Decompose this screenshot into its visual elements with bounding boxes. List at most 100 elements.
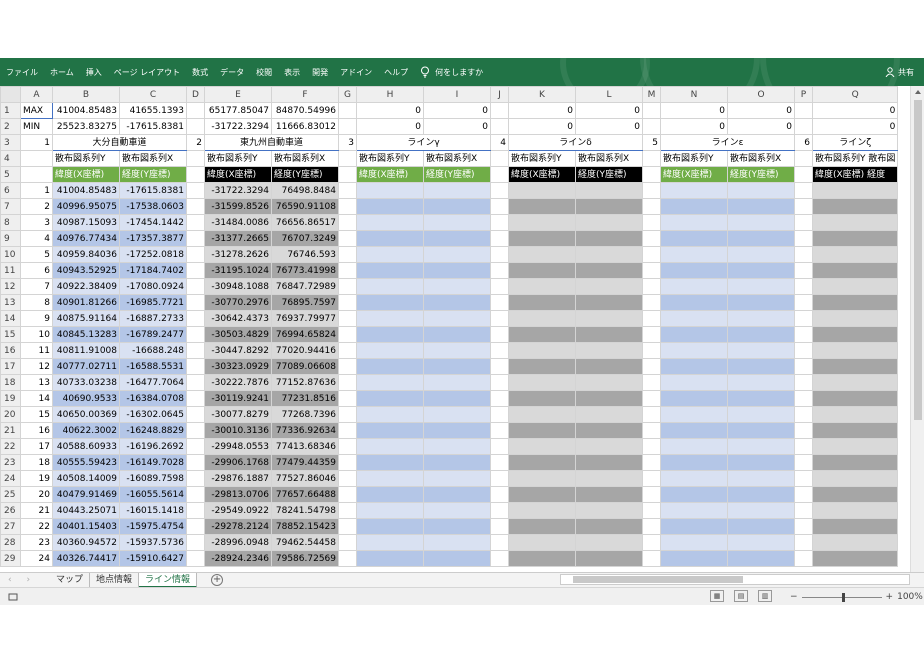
higashikyushu-lat-cell[interactable]: -30447.8292 <box>204 342 272 359</box>
empty-cell[interactable] <box>338 550 357 567</box>
gamma-lat-cell[interactable] <box>356 310 424 327</box>
empty-cell[interactable] <box>794 502 813 519</box>
empty-cell[interactable] <box>338 182 357 199</box>
oita-lat-cell[interactable]: 40987.15093 <box>52 214 120 231</box>
gamma-lat-cell[interactable] <box>356 294 424 311</box>
line-title-oita[interactable]: 大分自動車道 <box>52 134 187 151</box>
epsilon-lat-cell[interactable] <box>660 390 728 407</box>
row-header[interactable]: 13 <box>0 294 21 311</box>
empty-cell[interactable] <box>338 486 357 503</box>
oita-lon-cell[interactable]: -16588.5531 <box>119 358 187 375</box>
empty-cell[interactable] <box>338 534 357 551</box>
delta-lon-cell[interactable] <box>575 262 643 279</box>
line-number[interactable]: 6 <box>794 134 813 151</box>
oita-lat-cell[interactable]: 40401.15403 <box>52 518 120 535</box>
empty-cell[interactable] <box>338 230 357 247</box>
epsilon-lat-cell[interactable] <box>660 374 728 391</box>
epsilon-lat-cell[interactable] <box>660 198 728 215</box>
point-index[interactable]: 24 <box>20 550 53 567</box>
cell-k2[interactable]: 0 <box>508 118 576 135</box>
point-index[interactable]: 10 <box>20 326 53 343</box>
higashikyushu-lon-cell[interactable]: 77089.06608 <box>271 358 339 375</box>
empty-cell[interactable] <box>794 326 813 343</box>
line-title-epsilon[interactable]: ラインε <box>660 134 795 151</box>
line-title-zeta[interactable]: ラインζ <box>811 134 899 151</box>
delta-lon-cell[interactable] <box>575 390 643 407</box>
higashikyushu-lat-cell[interactable]: -29549.0922 <box>204 502 272 519</box>
empty-cell[interactable] <box>642 534 661 551</box>
row-header[interactable]: 6 <box>0 182 21 199</box>
empty-cell[interactable] <box>490 550 509 567</box>
empty-cell[interactable] <box>794 406 813 423</box>
row-header[interactable]: 1 <box>0 102 21 119</box>
cell-q1[interactable]: 0 <box>811 102 899 119</box>
delta-lon-cell[interactable] <box>575 550 643 567</box>
gamma-lat-cell[interactable] <box>356 438 424 455</box>
empty-cell[interactable] <box>186 182 205 199</box>
empty-cell[interactable] <box>642 406 661 423</box>
empty-cell[interactable] <box>490 198 509 215</box>
col-header-f[interactable]: F <box>271 86 339 103</box>
empty-cell[interactable] <box>490 502 509 519</box>
cell-n2[interactable]: 0 <box>660 118 728 135</box>
tell-me-box[interactable]: 何をしますか <box>420 66 483 78</box>
gamma-lat-cell[interactable] <box>356 502 424 519</box>
row-header[interactable]: 29 <box>0 550 21 567</box>
epsilon-lon-cell[interactable] <box>727 278 795 295</box>
line-title-delta[interactable]: ラインδ <box>508 134 643 151</box>
empty-cell[interactable] <box>794 550 813 567</box>
zeta-lat-cell[interactable] <box>811 390 899 407</box>
cell-f1[interactable]: 84870.54996 <box>271 102 339 119</box>
empty-cell[interactable] <box>186 390 205 407</box>
row-header[interactable]: 3 <box>0 134 21 151</box>
latitude-header[interactable]: 緯度(X座標) <box>52 166 120 183</box>
gamma-lon-cell[interactable] <box>423 438 491 455</box>
delta-lon-cell[interactable] <box>575 310 643 327</box>
tab-insert[interactable]: 挿入 <box>80 67 108 78</box>
higashikyushu-lat-cell[interactable]: -30642.4373 <box>204 310 272 327</box>
col-header-c[interactable]: C <box>119 86 187 103</box>
row-header[interactable]: 28 <box>0 534 21 551</box>
higashikyushu-lon-cell[interactable]: 77413.68346 <box>271 438 339 455</box>
gamma-lat-cell[interactable] <box>356 262 424 279</box>
point-index[interactable]: 7 <box>20 278 53 295</box>
oita-lat-cell[interactable]: 40875.91164 <box>52 310 120 327</box>
line-title-higashikyushu[interactable]: 東九州自動車道 <box>204 134 339 151</box>
scatter-y-label[interactable]: 散布図系列Y <box>204 150 272 167</box>
epsilon-lon-cell[interactable] <box>727 310 795 327</box>
epsilon-lat-cell[interactable] <box>660 262 728 279</box>
empty-cell[interactable] <box>642 390 661 407</box>
row-header[interactable]: 20 <box>0 406 21 423</box>
gamma-lon-cell[interactable] <box>423 406 491 423</box>
macro-record-icon[interactable] <box>8 592 18 602</box>
sheet-tab-map[interactable]: マップ <box>50 572 91 588</box>
delta-lat-cell[interactable] <box>508 278 576 295</box>
empty-cell[interactable] <box>794 374 813 391</box>
empty-cell[interactable] <box>186 230 205 247</box>
empty-cell[interactable] <box>338 374 357 391</box>
higashikyushu-lat-cell[interactable]: -30077.8279 <box>204 406 272 423</box>
oita-lat-cell[interactable]: 40622.3002 <box>52 422 120 439</box>
oita-lon-cell[interactable]: -16887.2733 <box>119 310 187 327</box>
row-header[interactable]: 5 <box>0 166 21 183</box>
cell-g1[interactable] <box>338 102 357 119</box>
higashikyushu-lon-cell[interactable]: 76994.65824 <box>271 326 339 343</box>
cell-o2[interactable]: 0 <box>727 118 795 135</box>
empty-cell[interactable] <box>186 246 205 263</box>
zoom-in-button[interactable]: + <box>886 592 894 602</box>
gamma-lon-cell[interactable] <box>423 294 491 311</box>
latitude-header[interactable]: 緯度(X座標) 経度 <box>811 166 899 183</box>
delta-lon-cell[interactable] <box>575 246 643 263</box>
row-header[interactable]: 22 <box>0 438 21 455</box>
row-header[interactable]: 25 <box>0 486 21 503</box>
epsilon-lon-cell[interactable] <box>727 422 795 439</box>
cell-j4[interactable] <box>490 150 509 167</box>
zeta-lat-cell[interactable] <box>811 278 899 295</box>
point-index[interactable]: 4 <box>20 230 53 247</box>
empty-cell[interactable] <box>642 518 661 535</box>
higashikyushu-lat-cell[interactable]: -28924.2346 <box>204 550 272 567</box>
empty-cell[interactable] <box>338 406 357 423</box>
epsilon-lon-cell[interactable] <box>727 518 795 535</box>
cell-l1[interactable]: 0 <box>575 102 643 119</box>
delta-lat-cell[interactable] <box>508 390 576 407</box>
